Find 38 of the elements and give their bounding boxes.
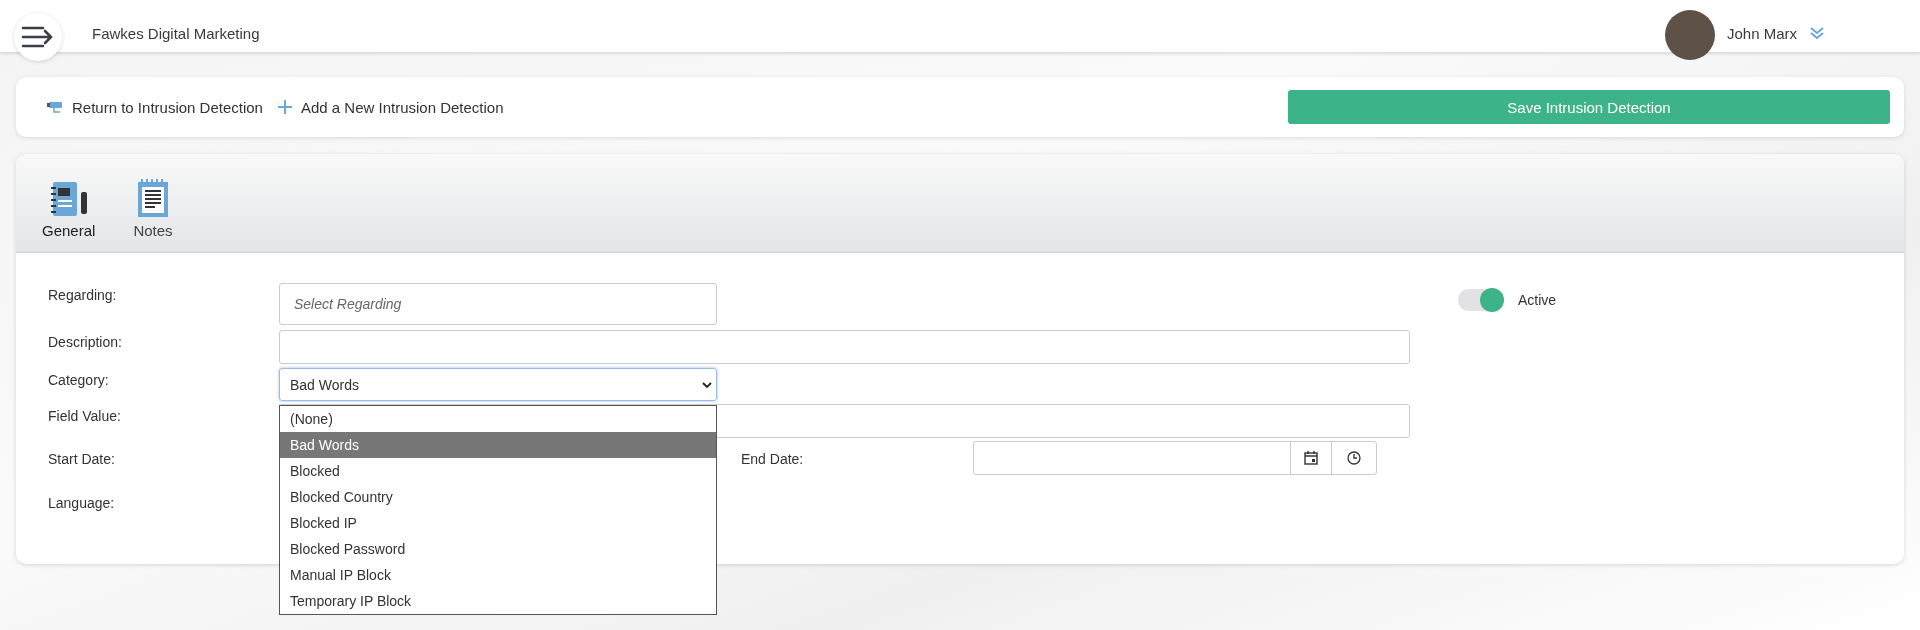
notepad-icon [135,178,170,218]
active-toggle[interactable] [1458,289,1504,311]
dropdown-option[interactable]: Bad Words [280,432,716,458]
menu-button[interactable] [14,13,62,61]
add-new-link[interactable]: Add a New Intrusion Detection [300,98,504,116]
field-label: End Date: [741,450,805,467]
dropdown-option[interactable]: Blocked [280,458,716,484]
field-label: Description: [48,333,123,350]
return-link[interactable]: Return to Intrusion Detection [72,98,263,116]
company-name: Fawkes Digital Marketing [92,24,260,42]
dropdown-option[interactable]: Manual IP Block [280,562,716,588]
field-label: Start Date: [48,450,116,467]
chevron-down-icon[interactable] [1809,25,1825,41]
field-label: Language: [48,494,116,511]
menu-icon [21,25,55,49]
dropdown-option[interactable]: Blocked Country [280,484,716,510]
tab[interactable]: General [30,180,108,252]
toggle-label: Active [1518,292,1557,308]
dropdown-option[interactable]: Temporary IP Block [280,588,716,614]
user-name: John Marx [1726,24,1797,42]
dropdown-option[interactable]: Blocked Password [280,536,716,562]
dropdown-option[interactable]: Blocked IP [280,510,716,536]
camera-icon [46,100,64,114]
dropdown-option[interactable]: (None) [280,406,716,432]
notebook-icon [48,180,89,218]
field-label: Regarding: [48,286,118,303]
plus-icon [276,99,293,115]
tab[interactable]: Notes [121,178,185,252]
regarding-field[interactable]: Select Regarding [279,283,717,325]
category-select[interactable]: Bad Words [279,368,717,401]
user-avatar[interactable] [1664,10,1715,60]
field-label: Category: [48,371,110,388]
field-label: Field Value: [48,407,122,424]
clock-icon [1347,451,1361,465]
end-date-field[interactable] [973,441,1377,475]
chevron-down-icon [702,380,712,389]
description-field[interactable] [279,330,1410,364]
calendar-icon [1304,451,1318,465]
